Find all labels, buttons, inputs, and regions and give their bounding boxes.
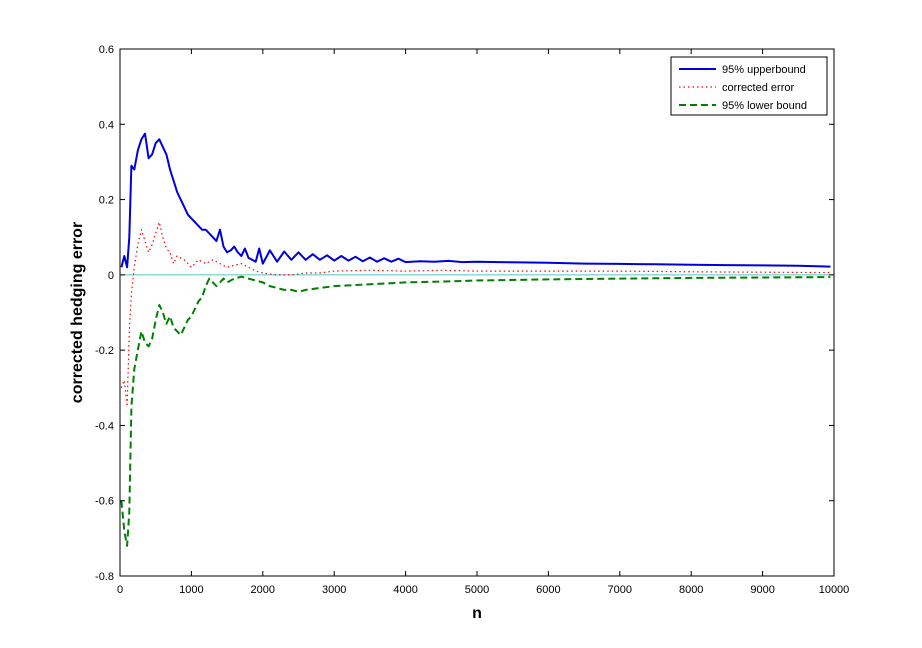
y-tick-label: 0.6 bbox=[99, 44, 114, 56]
x-tick-label: 9000 bbox=[750, 584, 774, 596]
y-tick-label: -0.8 bbox=[95, 571, 114, 583]
x-tick-label: 2000 bbox=[251, 584, 275, 596]
y-tick-label: -0.6 bbox=[95, 496, 114, 508]
legend: 95% upperbound corrected error 95% lower b… bbox=[670, 56, 828, 116]
x-tick-label: 8000 bbox=[679, 584, 703, 596]
y-tick-label: 0.4 bbox=[99, 119, 114, 131]
plot-frame bbox=[119, 48, 835, 577]
plot-area bbox=[119, 48, 835, 577]
x-tick-label: 3000 bbox=[322, 584, 346, 596]
x-axis-label: n bbox=[472, 605, 482, 622]
legend-label: 95% lower bound bbox=[722, 100, 807, 112]
chart: 0 1000 2000 3000 4000 5000 6000 7000 8000 9000 100… bbox=[69, 44, 850, 622]
legend-label: 95% upperbound bbox=[722, 64, 806, 76]
x-tick-label: 5000 bbox=[465, 584, 489, 596]
y-axis-label: corrected hedging error bbox=[69, 222, 86, 403]
x-tick-label: 6000 bbox=[536, 584, 560, 596]
x-tick-label: 0 bbox=[117, 584, 123, 596]
legend-label: corrected error bbox=[722, 82, 794, 94]
y-tick-label: 0.2 bbox=[99, 195, 114, 207]
y-tick-label: -0.4 bbox=[95, 420, 114, 432]
y-tick-label: 0 bbox=[108, 270, 114, 282]
x-tick-label: 10000 bbox=[819, 584, 850, 596]
x-tick-label: 4000 bbox=[393, 584, 417, 596]
x-tick-label: 1000 bbox=[179, 584, 203, 596]
y-tick-label: -0.2 bbox=[95, 345, 114, 357]
x-tick-label: 7000 bbox=[608, 584, 632, 596]
